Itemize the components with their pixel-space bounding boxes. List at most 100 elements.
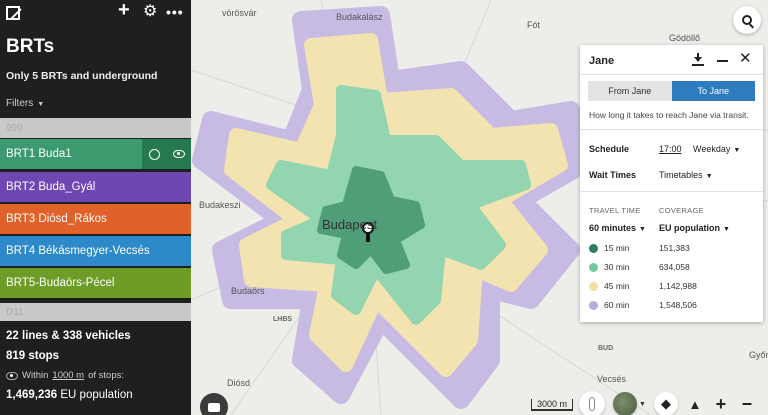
wait-times-value: Timetables: [659, 170, 703, 180]
from-jane-button[interactable]: From Jane: [588, 81, 672, 101]
legend-time: 30 min: [604, 262, 630, 272]
gear-icon[interactable]: ⚙: [143, 3, 157, 21]
airport-label: LHBS: [273, 316, 293, 323]
legend-row: 60 min 1,548,506: [589, 299, 759, 313]
place-label: Budakeszi: [199, 200, 241, 210]
route-label: BRT2 Buda_Gyál: [6, 181, 96, 193]
plus-icon[interactable]: +: [118, 0, 130, 20]
sidebar-subtitle: Only 5 BRTs and underground: [6, 70, 158, 82]
legend-coverage: 151,383: [659, 243, 690, 253]
zoom-out-button[interactable]: −: [738, 393, 756, 415]
schedule-day-select[interactable]: Weekday ▼: [693, 144, 740, 154]
travel-time-header: TRAVEL TIME: [589, 206, 641, 215]
panel-header: Jane ✕: [580, 45, 763, 75]
divider: [580, 129, 763, 130]
route-label: BRT5-Budaörs-Pécel: [6, 277, 115, 289]
stat-vehicles-count: 338: [62, 330, 83, 342]
route-item-999[interactable]: 999: [0, 118, 191, 138]
chevron-down-icon: ▼: [733, 147, 741, 154]
zoom-in-button[interactable]: +: [712, 393, 730, 415]
stat-stops: 819 stops: [6, 348, 133, 364]
within-prefix: Within: [22, 370, 49, 381]
sidebar-toolbar: + ⚙ •••: [0, 0, 191, 28]
legend-swatch: [589, 282, 598, 291]
route-actions: [142, 139, 191, 169]
navigation-arrow-icon: ▲: [688, 396, 702, 412]
legend-swatch: [589, 301, 598, 310]
minimize-icon[interactable]: [717, 60, 728, 62]
city-label: Budapest: [322, 217, 377, 232]
place-label: Budaörs: [231, 286, 265, 296]
more-icon[interactable]: •••: [166, 3, 184, 21]
population-label: EU population: [60, 389, 133, 401]
chevron-down-icon: ▼: [705, 173, 713, 180]
scale-bar: 3000 m: [531, 399, 573, 411]
network-stats: 22 lines & 338 vehicles 819 stops Within…: [6, 328, 133, 403]
place-label: Vecsés: [597, 374, 627, 384]
sidebar-title: BRTs: [6, 36, 55, 57]
stat-vehicles-label: vehicles: [85, 330, 131, 342]
filters-dropdown[interactable]: Filters ▼: [6, 98, 44, 109]
eye-icon[interactable]: [172, 150, 185, 158]
divider: [580, 191, 763, 192]
schedule-time[interactable]: 17:00: [659, 144, 682, 154]
route-label: BRT3 Diósd_Rákos: [6, 213, 107, 225]
chevron-down-icon: ▼: [723, 226, 730, 233]
search-icon: [742, 15, 752, 25]
route-item-brt1[interactable]: BRT1 Buda1: [0, 139, 191, 169]
sidebar: + ⚙ ••• BRTs Only 5 BRTs and underground…: [0, 0, 191, 415]
chevron-down-icon[interactable]: ▼: [639, 401, 646, 408]
place-label: Diósd: [227, 378, 251, 388]
direction-toggle: From Jane To Jane: [588, 81, 755, 101]
route-item-brt4[interactable]: BRT4 Békásmegyer-Vecsés: [0, 236, 191, 266]
coverage-header: COVERAGE: [659, 206, 704, 215]
chevron-down-icon: ▼: [37, 101, 45, 108]
legend-time: 15 min: [604, 243, 630, 253]
legend-coverage: 1,548,506: [659, 300, 697, 310]
stat-lines-vehicles: 22 lines & 338 vehicles: [6, 328, 133, 344]
clock-icon[interactable]: [148, 148, 160, 160]
to-jane-button[interactable]: To Jane: [671, 81, 755, 101]
place-label: vörösvár: [222, 8, 257, 18]
place-label: Fót: [527, 20, 541, 30]
layers-button[interactable]: ◆: [653, 392, 678, 415]
place-label: Gödöllő: [669, 33, 701, 43]
street-view-button[interactable]: [579, 391, 605, 415]
route-item-brt5[interactable]: BRT5-Budaörs-Pécel: [0, 268, 191, 298]
chat-button[interactable]: [200, 393, 228, 415]
eye-icon: [6, 372, 18, 380]
legend-row: 45 min 1,142,988: [589, 280, 759, 294]
chevron-down-icon: ▼: [639, 226, 646, 233]
basemap-button[interactable]: [613, 392, 637, 415]
legend-row: 30 min 634,058: [589, 261, 759, 275]
logo-icon[interactable]: [6, 6, 20, 20]
close-icon[interactable]: ✕: [739, 51, 752, 67]
place-label: Budakalász: [336, 12, 383, 22]
stat-stops-count: 819: [6, 350, 26, 362]
route-item-brt2[interactable]: BRT2 Buda_Gyál: [0, 172, 191, 202]
panel-title: Jane: [589, 55, 615, 67]
legend-coverage: 634,058: [659, 262, 690, 272]
route-label: 999: [6, 122, 23, 134]
north-button[interactable]: ▲: [686, 393, 704, 415]
within-suffix: of stops:: [88, 370, 125, 381]
route-label: BRT4 Békásmegyer-Vecsés: [6, 245, 150, 257]
place-label: Győr: [749, 350, 768, 360]
wait-times-select[interactable]: Timetables ▼: [659, 170, 713, 180]
map-controls: ▼ ◆ ▲ + −: [579, 389, 756, 415]
search-button[interactable]: [733, 6, 761, 34]
within-distance[interactable]: 1000 m: [52, 368, 84, 384]
legend-time: 45 min: [604, 281, 630, 291]
route-item-d11[interactable]: D11: [0, 303, 191, 321]
airport-label: BUD: [598, 345, 614, 352]
route-label: BRT1 Buda1: [6, 148, 72, 160]
coverage-select[interactable]: EU population ▼: [659, 223, 730, 233]
stat-lines-label: lines &: [22, 330, 60, 342]
stat-population: 1,469,236 EU population: [6, 387, 133, 403]
download-icon[interactable]: [692, 53, 704, 67]
travel-time-select[interactable]: 60 minutes ▼: [589, 223, 646, 233]
route-item-brt3[interactable]: BRT3 Diósd_Rákos: [0, 204, 191, 234]
wait-times-label: Wait Times: [589, 170, 637, 180]
schedule-label: Schedule: [589, 144, 630, 154]
legend-swatch: [589, 244, 598, 253]
